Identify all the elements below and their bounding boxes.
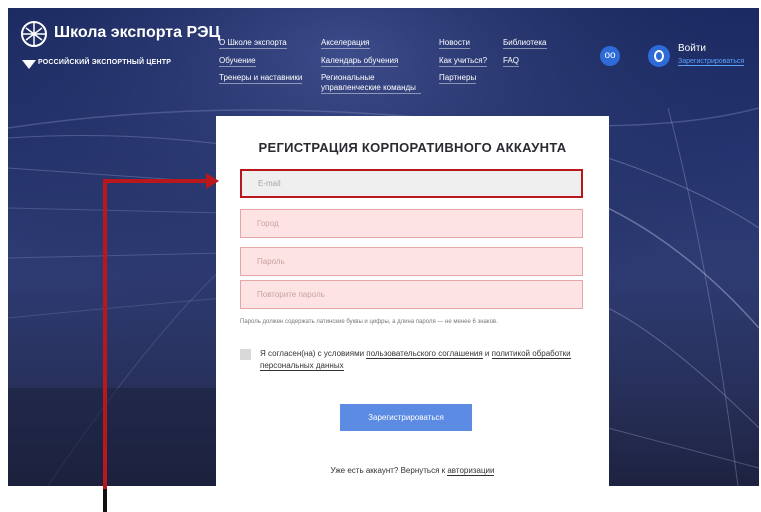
login-prompt-text: Уже есть аккаунт? Вернуться к [330, 466, 448, 475]
nav-trainers[interactable]: Тренеры и наставники [219, 73, 303, 84]
login-prompt: Уже есть аккаунт? Вернуться к авторизаци… [216, 466, 609, 476]
logo-globe-icon [21, 21, 47, 47]
nav-regional-teams[interactable]: Региональные управленческие команды [321, 73, 421, 94]
annotation-arrow-icon [206, 173, 219, 189]
login-link[interactable]: Войти [678, 43, 706, 54]
nav-partners[interactable]: Партнеры [439, 73, 477, 84]
register-link[interactable]: Зарегистрироваться [678, 58, 745, 66]
nav-education[interactable]: Обучение [219, 56, 256, 67]
annotation-pointer [103, 179, 213, 183]
nav-acceleration[interactable]: Акселерация [321, 38, 370, 49]
register-button[interactable]: Зарегистрироваться [340, 404, 472, 431]
logo-title: Школа экспорта РЭЦ [54, 24, 221, 41]
email-field[interactable]: E-mail [240, 169, 583, 198]
registration-card: РЕГИСТРАЦИЯ КОРПОРАТИВНОГО АККАУНТА E-ma… [216, 116, 609, 488]
auth-link[interactable]: авторизации [447, 466, 495, 476]
annotation-line-red [103, 179, 107, 489]
agree-text: Я согласен(на) с условиями пользовательс… [260, 348, 590, 372]
nav-news[interactable]: Новости [439, 38, 470, 49]
nav-about[interactable]: О Школе экспорта [219, 38, 287, 49]
agree-checkbox[interactable] [240, 349, 251, 360]
nav-how-to-learn[interactable]: Как учиться? [439, 56, 488, 67]
user-agreement-link[interactable]: пользовательского соглашения [366, 349, 483, 359]
user-avatar-icon[interactable] [648, 45, 670, 67]
nav-faq[interactable]: FAQ [503, 56, 520, 67]
nav-calendar[interactable]: Календарь обучения [321, 56, 399, 67]
agree-mid: и [482, 349, 492, 358]
nav-library[interactable]: Библиотека [503, 38, 547, 49]
triangle-icon [22, 60, 36, 69]
glasses-icon[interactable]: oo [600, 46, 620, 66]
logo-subtitle: Российский экспортный центр [38, 59, 172, 66]
password-repeat-field[interactable]: Повторите пароль [240, 280, 583, 309]
form-title: РЕГИСТРАЦИЯ КОРПОРАТИВНОГО АККАУНТА [258, 140, 567, 155]
password-field[interactable]: Пароль [240, 247, 583, 276]
password-hint: Пароль должен содержать латинские буквы … [240, 319, 498, 325]
agree-prefix: Я согласен(на) с условиями [260, 349, 367, 358]
city-field[interactable]: Город [240, 209, 583, 238]
